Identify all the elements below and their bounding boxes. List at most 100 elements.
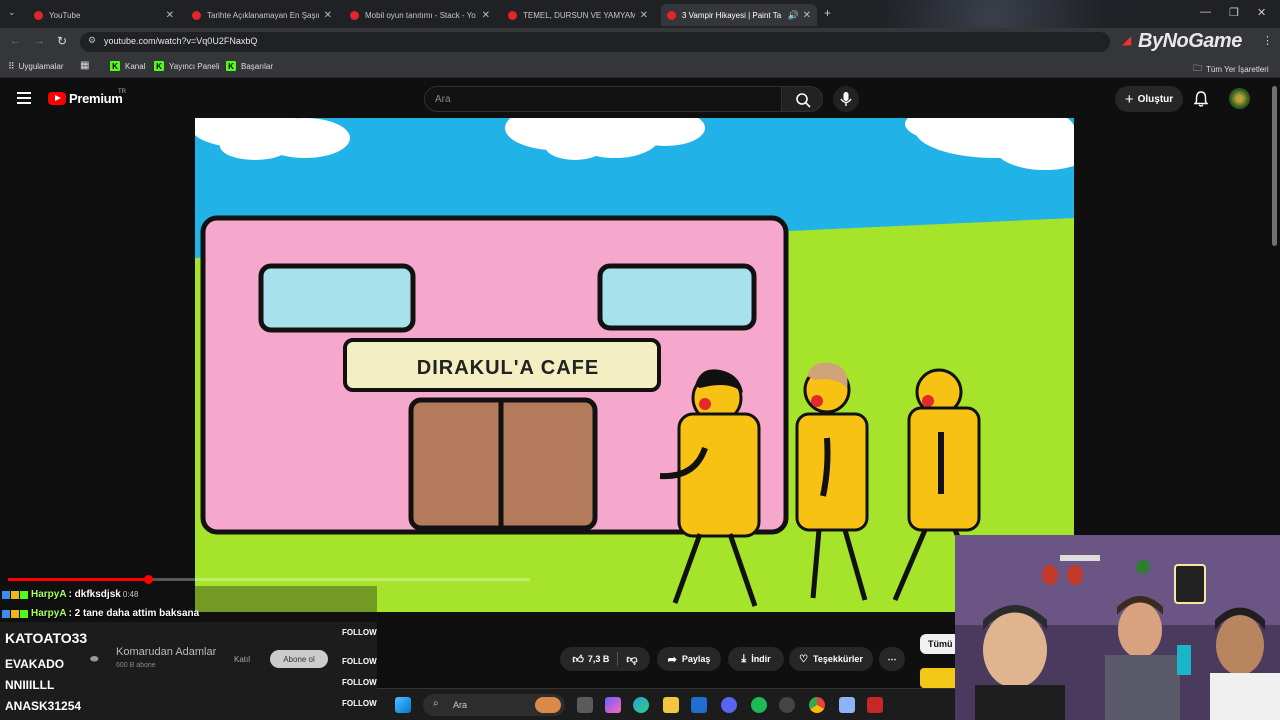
share-label: Paylaş (681, 654, 711, 664)
site-info-icon[interactable]: ⚙ (88, 35, 96, 46)
thanks-button[interactable]: ♡ Teşekkürler (789, 647, 873, 671)
tab-mobil-oyun[interactable]: Mobil oyun tanıtımı - Stack - Yo ✕ (344, 4, 496, 26)
download-icon: ⤓ (741, 652, 747, 665)
taskbar-search[interactable]: ⌕ Ara (423, 694, 565, 716)
bookmark-label: Kanal (125, 61, 146, 71)
store-icon[interactable] (691, 697, 707, 713)
folder-icon: 🗀 (1193, 63, 1203, 73)
notifications-bell-icon[interactable] (1192, 90, 1210, 108)
subscriber-badge-icon (20, 609, 28, 618)
browser-menu-icon[interactable]: ⋮ (1262, 34, 1273, 47)
tab-title: Mobil oyun tanıtımı - Stack - Yo (365, 10, 476, 20)
spotify-icon[interactable] (751, 697, 767, 713)
recommended-video-thumbnail[interactable] (920, 668, 960, 688)
chat-username: HarpyA (31, 589, 67, 600)
file-explorer-icon[interactable] (663, 697, 679, 713)
more-horizontal-icon: ⋯ (887, 653, 897, 664)
voice-search-button[interactable] (833, 86, 859, 112)
youtube-logo-icon[interactable] (48, 92, 66, 105)
account-avatar[interactable] (1229, 88, 1250, 109)
chat-message-text: : 2 tane daha attim baksana (68, 608, 200, 619)
cafe-window-right (597, 263, 757, 331)
copilot-icon[interactable] (605, 697, 621, 713)
search-button[interactable] (781, 86, 823, 112)
search-icon (796, 93, 811, 108)
kick-icon: K (226, 61, 236, 71)
microphone-icon (840, 92, 852, 106)
moderator-badge-icon (2, 590, 10, 599)
thanks-label: Teşekkürler (813, 654, 863, 664)
tab-youtube[interactable]: YouTube ✕ (28, 4, 180, 26)
youtube-favicon-icon (508, 10, 517, 20)
bookmarks-bar: ⠿ Uygulamalar ▦ K Kanal K Yayıncı Paneli… (0, 56, 1280, 78)
bookmark-kanal[interactable]: K Kanal (110, 61, 145, 71)
like-count[interactable]: 7,3 B (588, 654, 610, 664)
tab-search-icon[interactable]: ⌄ (8, 7, 16, 18)
steam-icon[interactable] (779, 697, 795, 713)
bookmark-yayinci-paneli[interactable]: K Yayıncı Paneli (154, 61, 220, 71)
search-input[interactable] (424, 86, 782, 112)
reload-icon[interactable]: ↻ (57, 34, 67, 48)
bookmark-apps[interactable]: ⠿ Uygulamalar (8, 61, 64, 72)
minimize-icon[interactable]: — (1200, 6, 1211, 18)
follower-name: EVAKADO (5, 657, 65, 671)
youtube-premium-logo[interactable]: Premium (69, 91, 123, 106)
thumbs-up-icon[interactable]: 👍︎ (572, 653, 584, 666)
url-text[interactable]: youtube.com/watch?v=Vq0U2FNaxbQ (104, 36, 257, 46)
back-icon[interactable]: ← (10, 35, 21, 47)
share-icon: ➦ (667, 653, 677, 666)
download-button[interactable]: ⤓ İndir (728, 647, 784, 671)
omnibox[interactable]: ⚙ youtube.com/watch?v=Vq0U2FNaxbQ (80, 32, 1110, 52)
forward-icon[interactable]: → (34, 35, 45, 47)
filter-chip-all[interactable]: Tümü (920, 634, 960, 654)
close-window-icon[interactable]: ✕ (1257, 6, 1266, 19)
vip-badge-icon (11, 590, 19, 599)
tab-title: Tarihte Açıklanamayan En Şaşırt (207, 10, 319, 20)
join-button[interactable]: Katıl (234, 655, 250, 664)
app-icon[interactable] (839, 697, 855, 713)
chrome-icon[interactable] (809, 697, 825, 713)
youtube-favicon-icon (667, 10, 676, 20)
tab-temel-dursun[interactable]: TEMEL, DURSUN VE YAMYAML ✕ (502, 4, 654, 26)
follow-label: FOLLOW (342, 699, 377, 708)
discord-icon[interactable] (721, 697, 737, 713)
hamburger-menu-icon[interactable] (17, 92, 31, 104)
tab-groups-icon[interactable]: ▦ (80, 60, 89, 71)
windows-start-icon[interactable] (395, 697, 411, 713)
close-tab-icon[interactable]: ✕ (324, 10, 332, 21)
new-tab-button[interactable]: + (824, 6, 831, 20)
create-button[interactable]: + Oluştur (1115, 86, 1183, 112)
edge-icon[interactable] (633, 697, 649, 713)
apps-grid-icon: ⠿ (8, 61, 15, 71)
tab-title: YouTube (49, 10, 81, 20)
video-scrubber-handle[interactable] (144, 575, 154, 584)
more-actions-button[interactable]: ⋯ (879, 647, 905, 671)
video-progress-track[interactable] (8, 578, 530, 581)
tab-tarihte[interactable]: Tarihte Açıklanamayan En Şaşırt ✕ (186, 4, 338, 26)
maximize-icon[interactable]: ❐ (1229, 6, 1239, 19)
follow-label: FOLLOW (342, 657, 377, 666)
close-tab-icon[interactable]: ✕ (640, 10, 648, 21)
divider (617, 652, 619, 666)
video-player[interactable]: DIRAKUL'A CAFE (195, 118, 1074, 612)
task-view-icon[interactable] (577, 697, 593, 713)
subscribe-button[interactable]: Abone ol (270, 650, 328, 668)
close-tab-icon[interactable]: ✕ (166, 10, 174, 21)
tab-vampir-hikayesi[interactable]: 3 Vampir Hikayesi | Paint Ta 🔊 ✕ (661, 4, 817, 26)
close-tab-icon[interactable]: ✕ (803, 10, 811, 21)
browser-theme-art (870, 0, 1280, 28)
bookmark-basarilar[interactable]: K Başarılar (226, 61, 273, 71)
thumbs-down-icon[interactable]: 👎︎ (626, 653, 637, 666)
video-progress-fill (8, 578, 149, 581)
streamer-webcam (955, 535, 1280, 720)
channel-name[interactable]: Komarudan Adamlar (116, 646, 216, 658)
kick-icon: K (110, 61, 120, 71)
all-bookmarks-folder[interactable]: 🗀 Tüm Yer İşaretleri (1193, 61, 1269, 77)
channel-avatar-icon[interactable]: ⬬ (90, 654, 99, 665)
share-button[interactable]: ➦ Paylaş (657, 647, 721, 671)
vip-badge-icon (11, 609, 19, 618)
speaker-icon[interactable]: 🔊 (788, 10, 799, 21)
page-scrollbar[interactable] (1272, 86, 1277, 246)
voicemeeter-icon[interactable] (867, 697, 883, 713)
close-tab-icon[interactable]: ✕ (482, 10, 490, 21)
